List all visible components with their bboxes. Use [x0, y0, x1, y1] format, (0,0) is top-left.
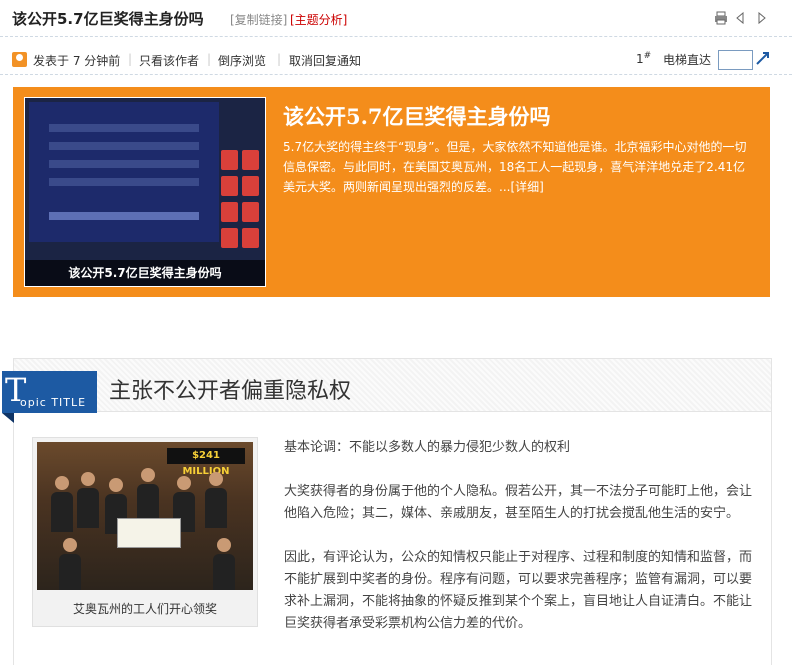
person-body	[51, 492, 73, 532]
screen-row	[49, 212, 199, 220]
key	[242, 150, 259, 170]
floor-jump-input[interactable]	[718, 50, 753, 70]
key	[242, 176, 259, 196]
post-time: 发表于 7 分钟前	[33, 54, 121, 68]
person-body	[213, 554, 235, 590]
thread-toolbar	[714, 10, 768, 25]
key	[242, 228, 259, 248]
topic-analysis-link[interactable]: [主题分析]	[290, 11, 347, 28]
key	[242, 202, 259, 222]
person-body	[205, 488, 227, 528]
person-head	[177, 476, 191, 490]
next-thread-icon[interactable]	[754, 10, 768, 25]
workers-photo[interactable]: $241 MILLION	[37, 442, 253, 590]
keypad	[221, 150, 261, 258]
image-caption: 该公开5.7亿巨奖得主身份吗	[25, 260, 265, 286]
person-head	[209, 472, 223, 486]
screen-row	[49, 178, 199, 186]
badge-text: opic TITLE	[20, 396, 87, 409]
person-head	[63, 538, 77, 552]
person-head	[217, 538, 231, 552]
go-arrow-icon[interactable]	[755, 50, 771, 66]
photo-card: $241 MILLION 艾奥瓦州的工人们开心领奖	[32, 437, 258, 627]
paragraph: 基本论调：不能以多数人的暴力侵犯少数人的权利	[284, 440, 571, 455]
paragraph: 大奖获得者的身份属于他的个人隐私。假若公开，其一不法分子可能盯上他，会让他陷入危…	[284, 484, 753, 521]
thread-header: 该公开5.7亿巨奖得主身份吗 [复制链接] [主题分析]	[0, 0, 792, 37]
photo-banner: $241 MILLION	[167, 448, 245, 477]
screen-row	[49, 124, 199, 132]
user-icon	[12, 52, 27, 67]
screen-row	[49, 142, 199, 150]
print-icon[interactable]	[714, 10, 728, 25]
divider: |	[277, 52, 282, 66]
person-head	[81, 472, 95, 486]
feature-title[interactable]: 该公开5.7亿巨奖得主身份吗	[283, 101, 551, 131]
post-meta-bar: 发表于 7 分钟前 | 只看该作者 | 倒序浏览 | 取消回复通知 1# 电梯直…	[0, 44, 792, 75]
topic-heading: 主张不公开者偏重隐私权	[109, 379, 352, 404]
person-head	[109, 478, 123, 492]
person-body	[77, 488, 99, 528]
key	[221, 150, 238, 170]
key	[221, 176, 238, 196]
person-head	[141, 468, 155, 482]
detail-link[interactable]: ...[详细]	[499, 180, 544, 194]
photo-caption: 艾奥瓦州的工人们开心领奖	[72, 602, 217, 616]
key	[221, 228, 238, 248]
person-head	[55, 476, 69, 490]
prize-check	[117, 518, 181, 548]
badge-fold	[2, 413, 14, 423]
lottery-screen	[29, 102, 219, 242]
article-body: 基本论调：不能以多数人的暴力侵犯少数人的权利 大奖获得者的身份属于他的个人隐私。…	[284, 437, 754, 657]
divider: |	[207, 52, 212, 66]
divider: |	[128, 52, 133, 66]
feature-summary: 5.7亿大奖的得主终于“现身”。但是，大家依然不知道他是谁。北京福彩中心对他的一…	[283, 137, 753, 197]
reverse-order-link[interactable]: 倒序浏览	[218, 52, 266, 69]
cancel-notify-link[interactable]: 取消回复通知	[289, 52, 361, 69]
floor-number: 1#	[636, 51, 652, 66]
topic-title-badge: T opic TITLE	[2, 371, 97, 413]
only-author-link[interactable]: 只看该作者	[139, 52, 199, 69]
copy-link-button[interactable]: [复制链接]	[230, 11, 287, 28]
prev-thread-icon[interactable]	[734, 10, 748, 25]
topic-section: T opic TITLE 主张不公开者偏重隐私权 $241 MILLION 艾奥…	[2, 358, 772, 665]
feature-banner: 该公开5.7亿巨奖得主身份吗 该公开5.7亿巨奖得主身份吗 5.7亿大奖的得主终…	[13, 87, 770, 297]
person-body	[59, 554, 81, 590]
thread-title: 该公开5.7亿巨奖得主身份吗	[12, 10, 204, 28]
elevator-label: 电梯直达	[663, 53, 712, 67]
screen-row	[49, 160, 199, 168]
paragraph: 因此，有评论认为，公众的知情权只能止于对程序、过程和制度的知情和监督，而不能扩展…	[284, 550, 753, 631]
lottery-screen-image[interactable]: 该公开5.7亿巨奖得主身份吗	[24, 97, 266, 287]
key	[221, 202, 238, 222]
